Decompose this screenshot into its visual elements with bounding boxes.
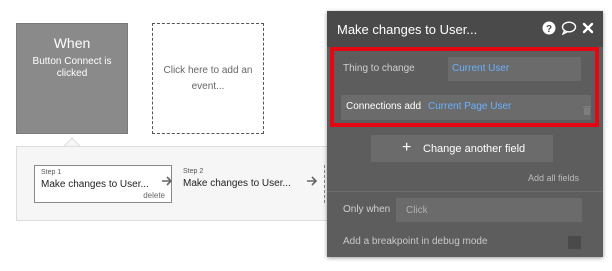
step-delete-link[interactable]: delete [143, 191, 165, 200]
workflow-editor: When Button Connect is clicked Click her… [0, 0, 612, 271]
breakpoint-checkbox[interactable] [568, 236, 581, 249]
step-1-card[interactable]: Step 1 Make changes to User... delete [34, 165, 172, 203]
change-field-row: Connections add Current Page User [341, 95, 591, 120]
step-number: Step 2 [183, 168, 204, 175]
change-another-field-label: Change another field [423, 143, 526, 155]
field-name-label: Connections add [346, 101, 422, 112]
add-event-placeholder[interactable]: Click here to add an event... [152, 23, 264, 134]
add-all-fields-link[interactable]: Add all fields [528, 173, 579, 183]
property-editor-panel: Make changes to User... ? Thing to chang… [327, 11, 603, 257]
trash-icon[interactable] [583, 102, 591, 115]
trigger-title: When [53, 35, 91, 51]
step-name: Make changes to User... [41, 179, 149, 190]
arrow-right-icon [307, 175, 318, 189]
trigger-description: Button Connect is clicked [32, 56, 112, 79]
breakpoint-label: Add a breakpoint in debug mode [343, 236, 488, 247]
panel-header: Make changes to User... ? [327, 11, 603, 47]
close-icon[interactable] [582, 21, 596, 35]
svg-text:?: ? [546, 24, 552, 35]
field-value[interactable]: Current Page User [428, 101, 511, 112]
thing-to-change-value[interactable]: Current User [448, 57, 581, 81]
panel-title: Make changes to User... [337, 22, 478, 37]
add-event-text: Click here to add an event... [163, 64, 253, 92]
step-name: Make changes to User... [183, 178, 291, 189]
trigger-event-card[interactable]: When Button Connect is clicked [16, 23, 128, 134]
step-number: Step 1 [41, 169, 62, 176]
comment-icon[interactable] [561, 21, 577, 36]
step-2-card[interactable]: Step 2 Make changes to User... [179, 165, 297, 203]
arrow-right-icon [162, 175, 173, 189]
plus-icon: + [402, 139, 412, 156]
only-when-label: Only when [343, 204, 391, 215]
steps-strip: Step 1 Make changes to User... delete St… [16, 146, 336, 221]
divider [327, 191, 603, 192]
change-another-field-button[interactable]: + Change another field [371, 135, 553, 162]
thing-to-change-label: Thing to change [343, 63, 415, 74]
thing-to-change-row: Thing to change Current User [341, 57, 581, 82]
help-icon[interactable]: ? [542, 21, 556, 35]
only-when-input[interactable] [396, 198, 582, 222]
